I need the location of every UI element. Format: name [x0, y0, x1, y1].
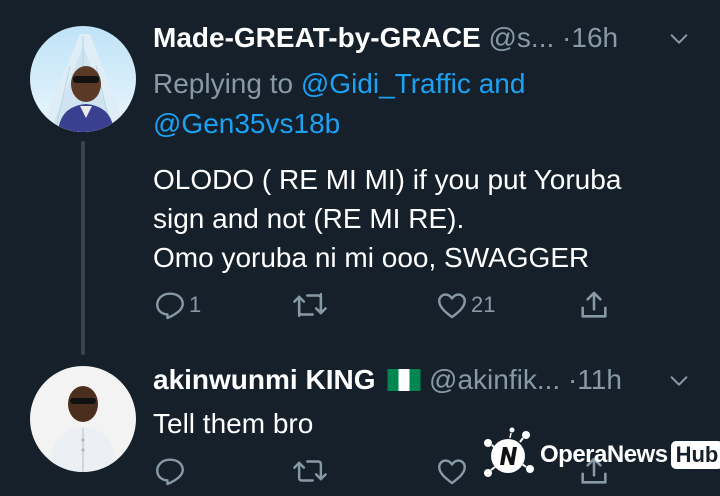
tweet-header: Made-GREAT-by-GRACE @s... ·16h — [153, 22, 618, 54]
mention-link[interactable]: @Gen35vs18b — [153, 108, 340, 139]
operanews-watermark: OperaNews Hub — [478, 422, 720, 488]
tweet-text: OLODO ( RE MI MI) if you put Yoruba sign… — [153, 160, 621, 277]
reply-button[interactable] — [153, 454, 187, 488]
share-icon — [577, 288, 611, 322]
share-button[interactable] — [577, 288, 611, 322]
retweet-button[interactable] — [291, 288, 329, 322]
tweet-text-line: Omo yoruba ni mi ooo, SWAGGER — [153, 242, 590, 273]
reply-icon — [153, 288, 187, 322]
like-button[interactable]: 21 — [435, 288, 495, 322]
user-handle[interactable]: @s... — [489, 22, 555, 53]
separator-dot: · — [567, 364, 578, 395]
timestamp[interactable]: 16h — [571, 22, 618, 53]
tweet-text-line: OLODO ( RE MI MI) if you put Yoruba — [153, 164, 622, 195]
avatar[interactable] — [30, 366, 136, 472]
retweet-icon — [291, 288, 329, 322]
display-name[interactable]: Made-GREAT-by-GRACE — [153, 22, 481, 53]
nigeria-flag-icon — [387, 366, 421, 391]
display-name[interactable]: akinwunmi KING — [153, 364, 375, 395]
tweet-text-line: sign and not (RE MI RE). — [153, 203, 465, 234]
replying-to: Replying to @Gidi_Traffic and @Gen35vs18… — [153, 64, 525, 144]
like-icon — [435, 454, 469, 488]
reply-button[interactable]: 1 — [153, 288, 201, 322]
retweet-button[interactable] — [291, 454, 329, 488]
watermark-hub: Hub — [670, 441, 720, 469]
replying-and[interactable]: and — [479, 68, 526, 99]
chevron-down-icon[interactable] — [668, 28, 690, 56]
watermark-brand: OperaNews — [540, 441, 668, 468]
tweet-1[interactable]: Made-GREAT-by-GRACE @s... ·16h Replying … — [0, 0, 720, 350]
replying-to-prefix: Replying to — [153, 68, 294, 99]
tweet-text: Tell them bro — [153, 408, 314, 439]
mention-link[interactable]: @Gidi_Traffic — [301, 68, 471, 99]
separator-dot: · — [562, 22, 572, 53]
avatar[interactable] — [30, 26, 136, 132]
operanews-logo-icon — [478, 425, 538, 485]
reply-count: 1 — [189, 292, 202, 317]
like-icon — [435, 288, 469, 322]
like-button[interactable] — [435, 454, 469, 488]
timestamp[interactable]: 11h — [577, 364, 622, 395]
chevron-down-icon[interactable] — [668, 370, 690, 398]
like-count: 21 — [471, 292, 496, 317]
user-handle[interactable]: @akinfik... — [429, 364, 560, 395]
tweet-header: akinwunmi KING @akinfik... ·11h — [153, 364, 622, 396]
reply-icon — [153, 454, 187, 488]
retweet-icon — [291, 454, 329, 488]
